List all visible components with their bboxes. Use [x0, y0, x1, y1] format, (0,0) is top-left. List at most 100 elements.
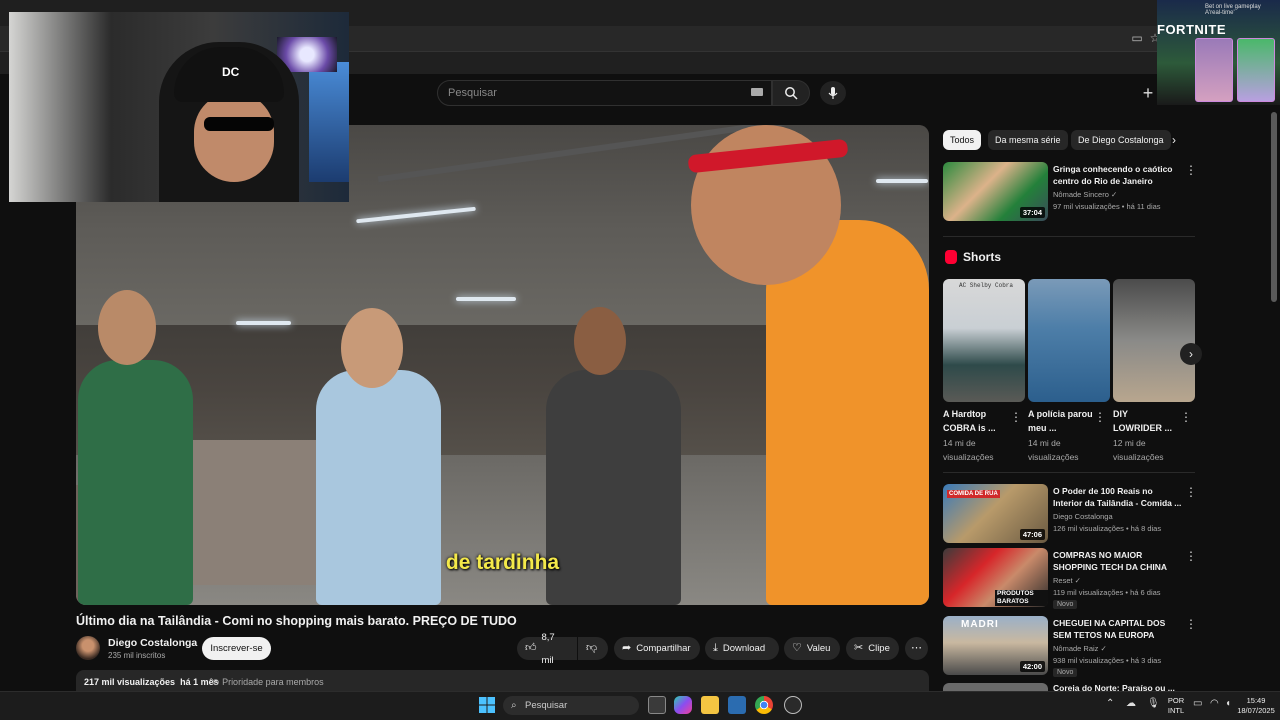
taskbar-search-label: Pesquisar — [525, 700, 568, 711]
share-button[interactable]: ➦ Compartilhar — [614, 637, 700, 660]
chip-from-channel[interactable]: De Diego Costalonga — [1071, 130, 1171, 150]
windows-start-icon[interactable] — [479, 697, 495, 713]
share-label: Compartilhar — [636, 643, 691, 654]
short-thumbnail[interactable] — [1113, 279, 1195, 402]
more-vertical-icon[interactable]: ⋮ — [1185, 164, 1197, 176]
rec-thumbnail[interactable] — [943, 683, 1048, 691]
more-actions-button[interactable]: ⋯ — [905, 637, 928, 660]
copilot-icon[interactable] — [674, 696, 692, 714]
search-button[interactable] — [772, 80, 810, 106]
members-priority-label: Prioridade para membros — [222, 677, 324, 687]
taskbar-search[interactable]: ⌕ Pesquisar — [503, 696, 639, 715]
fortnite-logo: FORTNITE — [1157, 22, 1226, 37]
streamer-webcam-overlay: DC — [9, 12, 349, 202]
volume-icon[interactable]: ◖ — [1225, 698, 1231, 709]
rec-meta: 126 mil visualizações • há 8 dias — [1053, 524, 1162, 533]
microphone-icon — [828, 87, 838, 99]
more-vertical-icon[interactable]: ⋮ — [1185, 618, 1197, 630]
page-scrollbar[interactable] — [1271, 112, 1277, 302]
short-views: 12 mi de visualizações — [1113, 438, 1164, 462]
search-input[interactable] — [448, 85, 738, 101]
short-thumbnail[interactable] — [1028, 279, 1110, 402]
rec-title[interactable]: CHEGUEI NA CAPITAL DOS SEM TETOS NA EURO… — [1053, 617, 1183, 641]
chevron-up-icon[interactable]: ⌃ — [1106, 698, 1114, 709]
short-thumbnail[interactable]: AC Shelby Cobra — [943, 279, 1025, 402]
microsoft-store-icon[interactable] — [728, 696, 746, 714]
more-vertical-icon[interactable]: ⋮ — [1180, 411, 1192, 423]
fortnite-ad-text: Bet on live gameplay A'real-time' — [1205, 4, 1261, 16]
channel-avatar[interactable] — [76, 636, 100, 660]
cloud-icon[interactable]: ☁ — [1126, 698, 1136, 709]
chrome-icon[interactable] — [755, 696, 773, 714]
display-icon[interactable]: ▭ — [1193, 698, 1202, 709]
short-title[interactable]: A Hardtop COBRA is ... — [943, 407, 1008, 435]
cast-icon[interactable]: ▭ — [1130, 31, 1144, 45]
section-divider — [943, 236, 1195, 237]
share-arrow-icon: ➦ — [622, 642, 632, 654]
chevron-right-icon[interactable]: › — [1172, 133, 1176, 147]
search-icon: ⌕ — [511, 700, 517, 711]
rec-channel[interactable]: Nômade Sincero ✓ — [1053, 190, 1117, 199]
short-title[interactable]: DIY LOWRIDER ... — [1113, 407, 1178, 435]
clock[interactable]: 15:49 18/07/2025 — [1236, 696, 1276, 716]
cap-logo-text: DC — [222, 65, 240, 79]
fortnite-ad-line2: A'real-time' — [1205, 10, 1235, 16]
more-vertical-icon[interactable]: ⋮ — [1185, 550, 1197, 562]
view-count: 217 mil visualizações — [84, 677, 176, 687]
dislike-button[interactable]: 👎︎ — [578, 637, 608, 660]
video-person-head — [98, 290, 156, 365]
rec-channel[interactable]: Nômade Raiz ✓ — [1053, 644, 1107, 653]
rec-thumbnail[interactable]: COMIDA DE RUA 47:06 — [943, 484, 1048, 543]
more-vertical-icon[interactable]: ⋮ — [1010, 411, 1022, 423]
rec-title[interactable]: COMPRAS NO MAIOR SHOPPING TECH DA CHINA — [1053, 549, 1183, 573]
description-stats: 217 mil visualizações há 1 mês — [84, 677, 219, 687]
chip-same-series[interactable]: Da mesma série — [988, 130, 1068, 150]
download-button[interactable]: ⤓ Download — [705, 637, 779, 660]
video-title: Último dia na Tailândia - Comi no shoppi… — [76, 614, 517, 628]
rec-duration: 42:00 — [1019, 661, 1045, 672]
rec-title[interactable]: O Poder de 100 Reais no Interior da Tail… — [1053, 485, 1183, 509]
video-person-head — [574, 307, 626, 375]
video-frame-lamp — [876, 179, 928, 183]
more-vertical-icon[interactable]: ⋮ — [1094, 411, 1106, 423]
clip-button[interactable]: ✂ Clipe — [846, 637, 899, 660]
video-subtitle: de tardinha — [445, 551, 560, 574]
rec-duration: 37:04 — [1019, 207, 1045, 218]
channel-name[interactable]: Diego Costalonga — [108, 637, 197, 649]
video-person-head — [341, 308, 403, 388]
voice-search-button[interactable] — [820, 81, 846, 105]
thumbs-up-icon: 👍︎ — [525, 642, 537, 654]
super-thanks-icon: ♡ — [792, 642, 802, 654]
short-title[interactable]: A polícia parou meu ... — [1028, 407, 1093, 435]
download-label: Download — [722, 643, 766, 654]
like-button[interactable]: 👍︎ 8,7 mil — [517, 632, 577, 666]
rec-title[interactable]: Gringa conhecendo o caótico centro do Ri… — [1053, 163, 1183, 187]
short-thumb-text: AC Shelby Cobra — [959, 282, 1014, 289]
microphone-icon[interactable]: 🎙︎ — [1147, 698, 1160, 709]
file-explorer-icon[interactable] — [701, 696, 719, 714]
rec-channel[interactable]: Diego Costalonga — [1053, 512, 1113, 521]
task-view-icon[interactable] — [648, 696, 666, 714]
rec-duration: 47:06 — [1019, 529, 1045, 540]
chip-all[interactable]: Todos — [943, 130, 982, 150]
rec-channel[interactable]: Reset ✓ — [1053, 576, 1081, 585]
wifi-icon[interactable]: ◠ — [1210, 698, 1219, 709]
rec-thumbnail[interactable]: PRODUTOS BARATOS — [943, 548, 1048, 607]
chevron-right-icon: › — [1189, 347, 1193, 361]
settings-app-icon[interactable] — [784, 696, 802, 714]
rec-meta: 119 mil visualizações • há 6 dias — [1053, 588, 1161, 597]
search-box[interactable] — [437, 80, 772, 106]
thanks-button[interactable]: ♡ Valeu — [784, 637, 840, 660]
language-line1: POR — [1167, 696, 1185, 705]
more-vertical-icon[interactable]: ⋮ — [1185, 486, 1197, 498]
rec-title[interactable]: Coreia do Norte: Paraíso ou ... — [1053, 683, 1183, 691]
shorts-logo-icon — [945, 250, 957, 264]
video-frame-lamp — [456, 297, 516, 301]
keyboard-icon[interactable] — [751, 88, 763, 96]
subscribe-button[interactable]: Inscrever-se — [202, 637, 271, 660]
language-indicator[interactable]: POR INTL — [1166, 696, 1186, 716]
rec-thumbnail[interactable]: 37:04 — [943, 162, 1048, 221]
desktop-screen: ▭ ☆ + de tardinha — [0, 0, 1280, 720]
rec-thumbnail[interactable]: MADRI 42:00 — [943, 616, 1048, 675]
shorts-next-button[interactable]: › — [1180, 343, 1202, 365]
